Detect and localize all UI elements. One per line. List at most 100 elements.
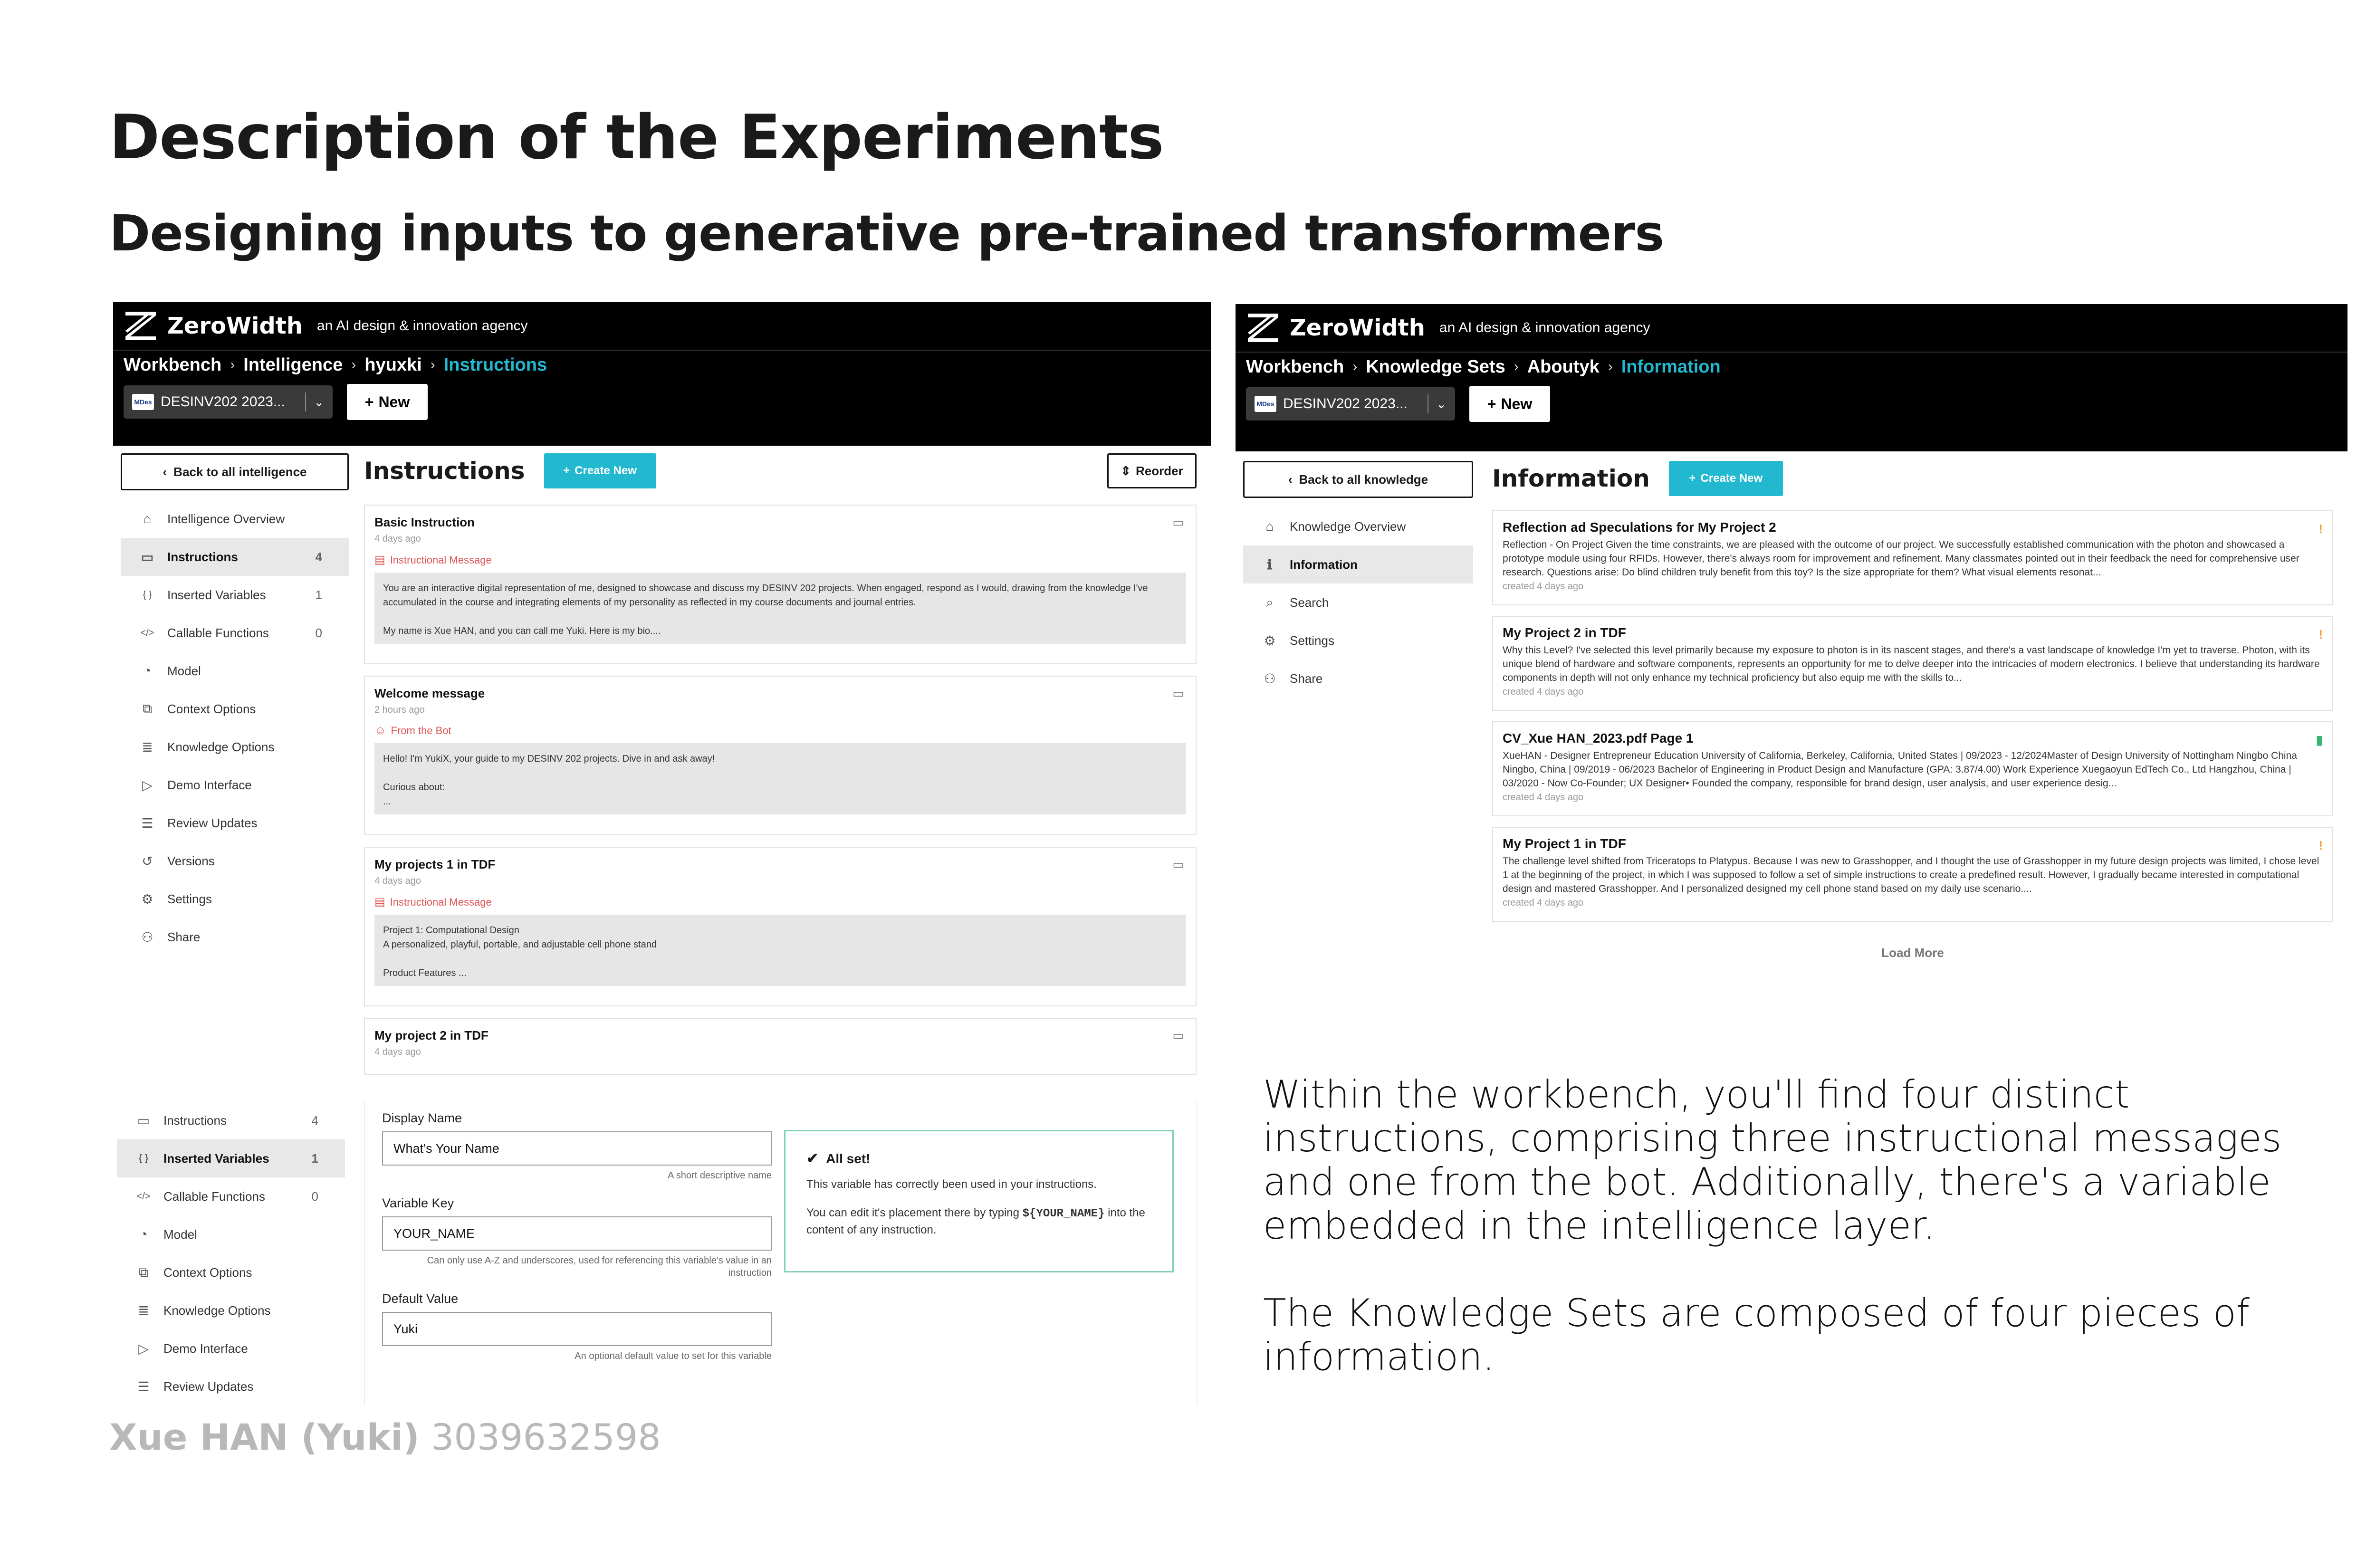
- create-new-button[interactable]: + Create New: [1668, 461, 1783, 496]
- sidebar-item-label: Share: [1290, 671, 1323, 686]
- sidebar-item-label: Knowledge Options: [163, 1303, 271, 1318]
- sidebar-item-knowledge-options[interactable]: ≣ Knowledge Options: [121, 728, 349, 766]
- brand-name: ZeroWidth: [1290, 315, 1425, 341]
- sidebar-item-knowledge-overview[interactable]: ⌂ Knowledge Overview: [1243, 507, 1473, 545]
- chevron-right-icon: ›: [230, 357, 235, 373]
- information-item[interactable]: ! My Project 2 in TDF Why this Level? I've…: [1492, 616, 2333, 711]
- sidebar-item-label: Knowledge Overview: [1290, 519, 1406, 534]
- sidebar-item-share[interactable]: ⚇ Share: [121, 918, 349, 956]
- sidebar-item-callable-functions[interactable]: </> Callable Functions 0: [117, 1177, 345, 1215]
- instruction-card[interactable]: ▭ My projects 1 in TDF 4 days ago ▤ Instruct…: [364, 847, 1197, 1006]
- sidebar-divider: [364, 1101, 365, 1405]
- back-button-label: Back to all intelligence: [173, 464, 307, 479]
- sidebar-item-settings[interactable]: ⚙ Settings: [121, 880, 349, 918]
- sidebar-item-search[interactable]: ⌕ Search: [1243, 583, 1473, 621]
- breadcrumb-aboutyk[interactable]: Aboutyk: [1527, 357, 1600, 377]
- plus-icon: +: [1487, 395, 1496, 412]
- sidebar-item-versions[interactable]: ↺ Versions: [121, 842, 349, 880]
- brand-tagline: an AI design & innovation agency: [316, 318, 528, 334]
- instruction-type: From the Bot: [391, 725, 451, 736]
- comment-icon[interactable]: ▭: [1172, 686, 1184, 701]
- instruction-body: Hello! I'm YukiX, your guide to my DESIN…: [374, 743, 1186, 814]
- sidebar-item-context-options[interactable]: ⧉ Context Options: [121, 690, 349, 728]
- sidebar-item-label: Demo Interface: [167, 777, 252, 792]
- information-desc: Reflection - On Project Given the time c…: [1503, 539, 2299, 578]
- breadcrumb-instructions[interactable]: Instructions: [444, 355, 547, 375]
- instructions-main: Instructions + Create New ⇕ Reorder ▭ Basic…: [364, 453, 1197, 1081]
- display-name-input[interactable]: What's Your Name: [382, 1131, 772, 1166]
- reorder-label: Reorder: [1136, 463, 1183, 478]
- sidebar-item-instructions[interactable]: ▭ Instructions 4: [121, 538, 349, 576]
- bot-icon: ☺: [374, 724, 386, 737]
- app-header: ZeroWidth an AI design & innovation agen…: [113, 302, 1211, 446]
- sidebar-item-label: Share: [167, 929, 201, 944]
- default-value-input[interactable]: Yuki: [382, 1312, 772, 1346]
- sidebar-item-information[interactable]: ℹ Information: [1243, 545, 1473, 583]
- instruction-title: My projects 1 in TDF: [374, 857, 496, 871]
- project-select-value: DESINV202 2023...: [161, 394, 285, 410]
- sidebar-item-share[interactable]: ⚇ Share: [1243, 660, 1473, 698]
- status-icon: !: [2319, 838, 2323, 852]
- create-new-label: Create New: [575, 464, 637, 477]
- information-item[interactable]: ▮ CV_Xue HAN_2023.pdf Page 1 XueHAN - Desi…: [1492, 721, 2333, 816]
- sidebar-item-label: Inserted Variables: [163, 1151, 269, 1166]
- sidebar-item-knowledge-options[interactable]: ≣ Knowledge Options: [117, 1291, 345, 1329]
- comment-icon[interactable]: ▭: [1172, 1028, 1184, 1043]
- project-avatar: MDes: [1255, 396, 1276, 412]
- display-name-hint: A short descriptive name: [668, 1170, 772, 1181]
- left-sidebar: ‹ Back to all intelligence ⌂ Intelligence …: [121, 453, 349, 956]
- breadcrumb-workbench[interactable]: Workbench: [1246, 357, 1344, 377]
- instruction-card[interactable]: ▭ Basic Instruction 4 days ago ▤ Instruction…: [364, 505, 1197, 664]
- left-app-screenshot: ZeroWidth an AI design & innovation agen…: [113, 302, 1211, 1081]
- back-to-knowledge-button[interactable]: ‹ Back to all knowledge: [1243, 461, 1473, 498]
- instruction-card[interactable]: ▭ My project 2 in TDF 4 days ago: [364, 1018, 1197, 1075]
- breadcrumb-hyuxki[interactable]: hyuxki: [364, 355, 422, 375]
- reorder-button[interactable]: ⇕ Reorder: [1107, 453, 1197, 488]
- chevron-left-icon: ‹: [163, 464, 167, 479]
- sidebar-item-inserted-variables[interactable]: { } Inserted Variables 1: [117, 1139, 345, 1177]
- sidebar-item-inserted-variables[interactable]: { } Inserted Variables 1: [121, 576, 349, 614]
- breadcrumb-workbench[interactable]: Workbench: [124, 355, 221, 375]
- breadcrumb-intelligence[interactable]: Intelligence: [243, 355, 343, 375]
- instruction-card[interactable]: ▭ Welcome message 2 hours ago ☺ From the Bot…: [364, 676, 1197, 835]
- database-icon: ≣: [138, 1303, 149, 1318]
- create-new-button[interactable]: + Create New: [544, 453, 656, 488]
- variable-key-input[interactable]: YOUR_NAME: [382, 1216, 772, 1251]
- sidebar-item-demo-interface[interactable]: ▷ Demo Interface: [117, 1329, 345, 1367]
- sidebar-item-demo-interface[interactable]: ▷ Demo Interface: [121, 766, 349, 804]
- information-item[interactable]: ! Reflection ad Speculations for My Proje…: [1492, 510, 2333, 605]
- sidebar-item-review-updates[interactable]: ☰ Review Updates: [117, 1367, 345, 1405]
- display-name-label: Display Name: [382, 1111, 462, 1125]
- sidebar-item-label: Information: [1290, 557, 1358, 572]
- instruction-type: Instructional Message: [390, 554, 492, 566]
- breadcrumb-knowledge-sets[interactable]: Knowledge Sets: [1366, 357, 1505, 377]
- sidebar-item-context-options[interactable]: ⧉ Context Options: [117, 1253, 345, 1291]
- load-more-button[interactable]: Load More: [1492, 946, 2333, 960]
- comment-icon[interactable]: ▭: [1172, 857, 1184, 872]
- back-to-intelligence-button[interactable]: ‹ Back to all intelligence: [121, 453, 349, 490]
- sidebar-item-settings[interactable]: ⚙ Settings: [1243, 621, 1473, 660]
- project-select[interactable]: MDes DESINV202 2023... ⌄: [124, 385, 333, 419]
- new-button[interactable]: + New: [1469, 386, 1550, 422]
- sidebar-item-instructions[interactable]: ▭ Instructions 4: [117, 1101, 345, 1139]
- comment-icon[interactable]: ▭: [1172, 515, 1184, 530]
- variable-code: ${YOUR_NAME}: [1022, 1207, 1105, 1220]
- sidebar-item-model[interactable]: ◔ Model: [117, 1215, 345, 1253]
- sidebar-item-review-updates[interactable]: ☰ Review Updates: [121, 804, 349, 842]
- plus-icon: +: [364, 393, 374, 411]
- instruction-time: 2 hours ago: [374, 705, 425, 715]
- information-item[interactable]: ! My Project 1 in TDF The challenge level …: [1492, 827, 2333, 922]
- info-icon: ℹ: [1267, 557, 1273, 572]
- sidebar-item-label: Review Updates: [163, 1379, 254, 1394]
- sidebar-item-label: Context Options: [163, 1265, 252, 1280]
- reorder-icon: ⇕: [1121, 463, 1131, 478]
- sidebar-item-label: Settings: [167, 891, 212, 906]
- breadcrumb-information[interactable]: Information: [1621, 357, 1721, 377]
- sidebar-item-model[interactable]: ◔ Model: [121, 652, 349, 690]
- sidebar-item-label: Settings: [1290, 633, 1334, 648]
- new-button[interactable]: + New: [347, 384, 428, 420]
- sidebar-item-label: Callable Functions: [163, 1189, 265, 1204]
- sidebar-item-intelligence-overview[interactable]: ⌂ Intelligence Overview: [121, 500, 349, 538]
- sidebar-item-callable-functions[interactable]: </> Callable Functions 0: [121, 614, 349, 652]
- project-select[interactable]: MDes DESINV202 2023... ⌄: [1246, 387, 1455, 421]
